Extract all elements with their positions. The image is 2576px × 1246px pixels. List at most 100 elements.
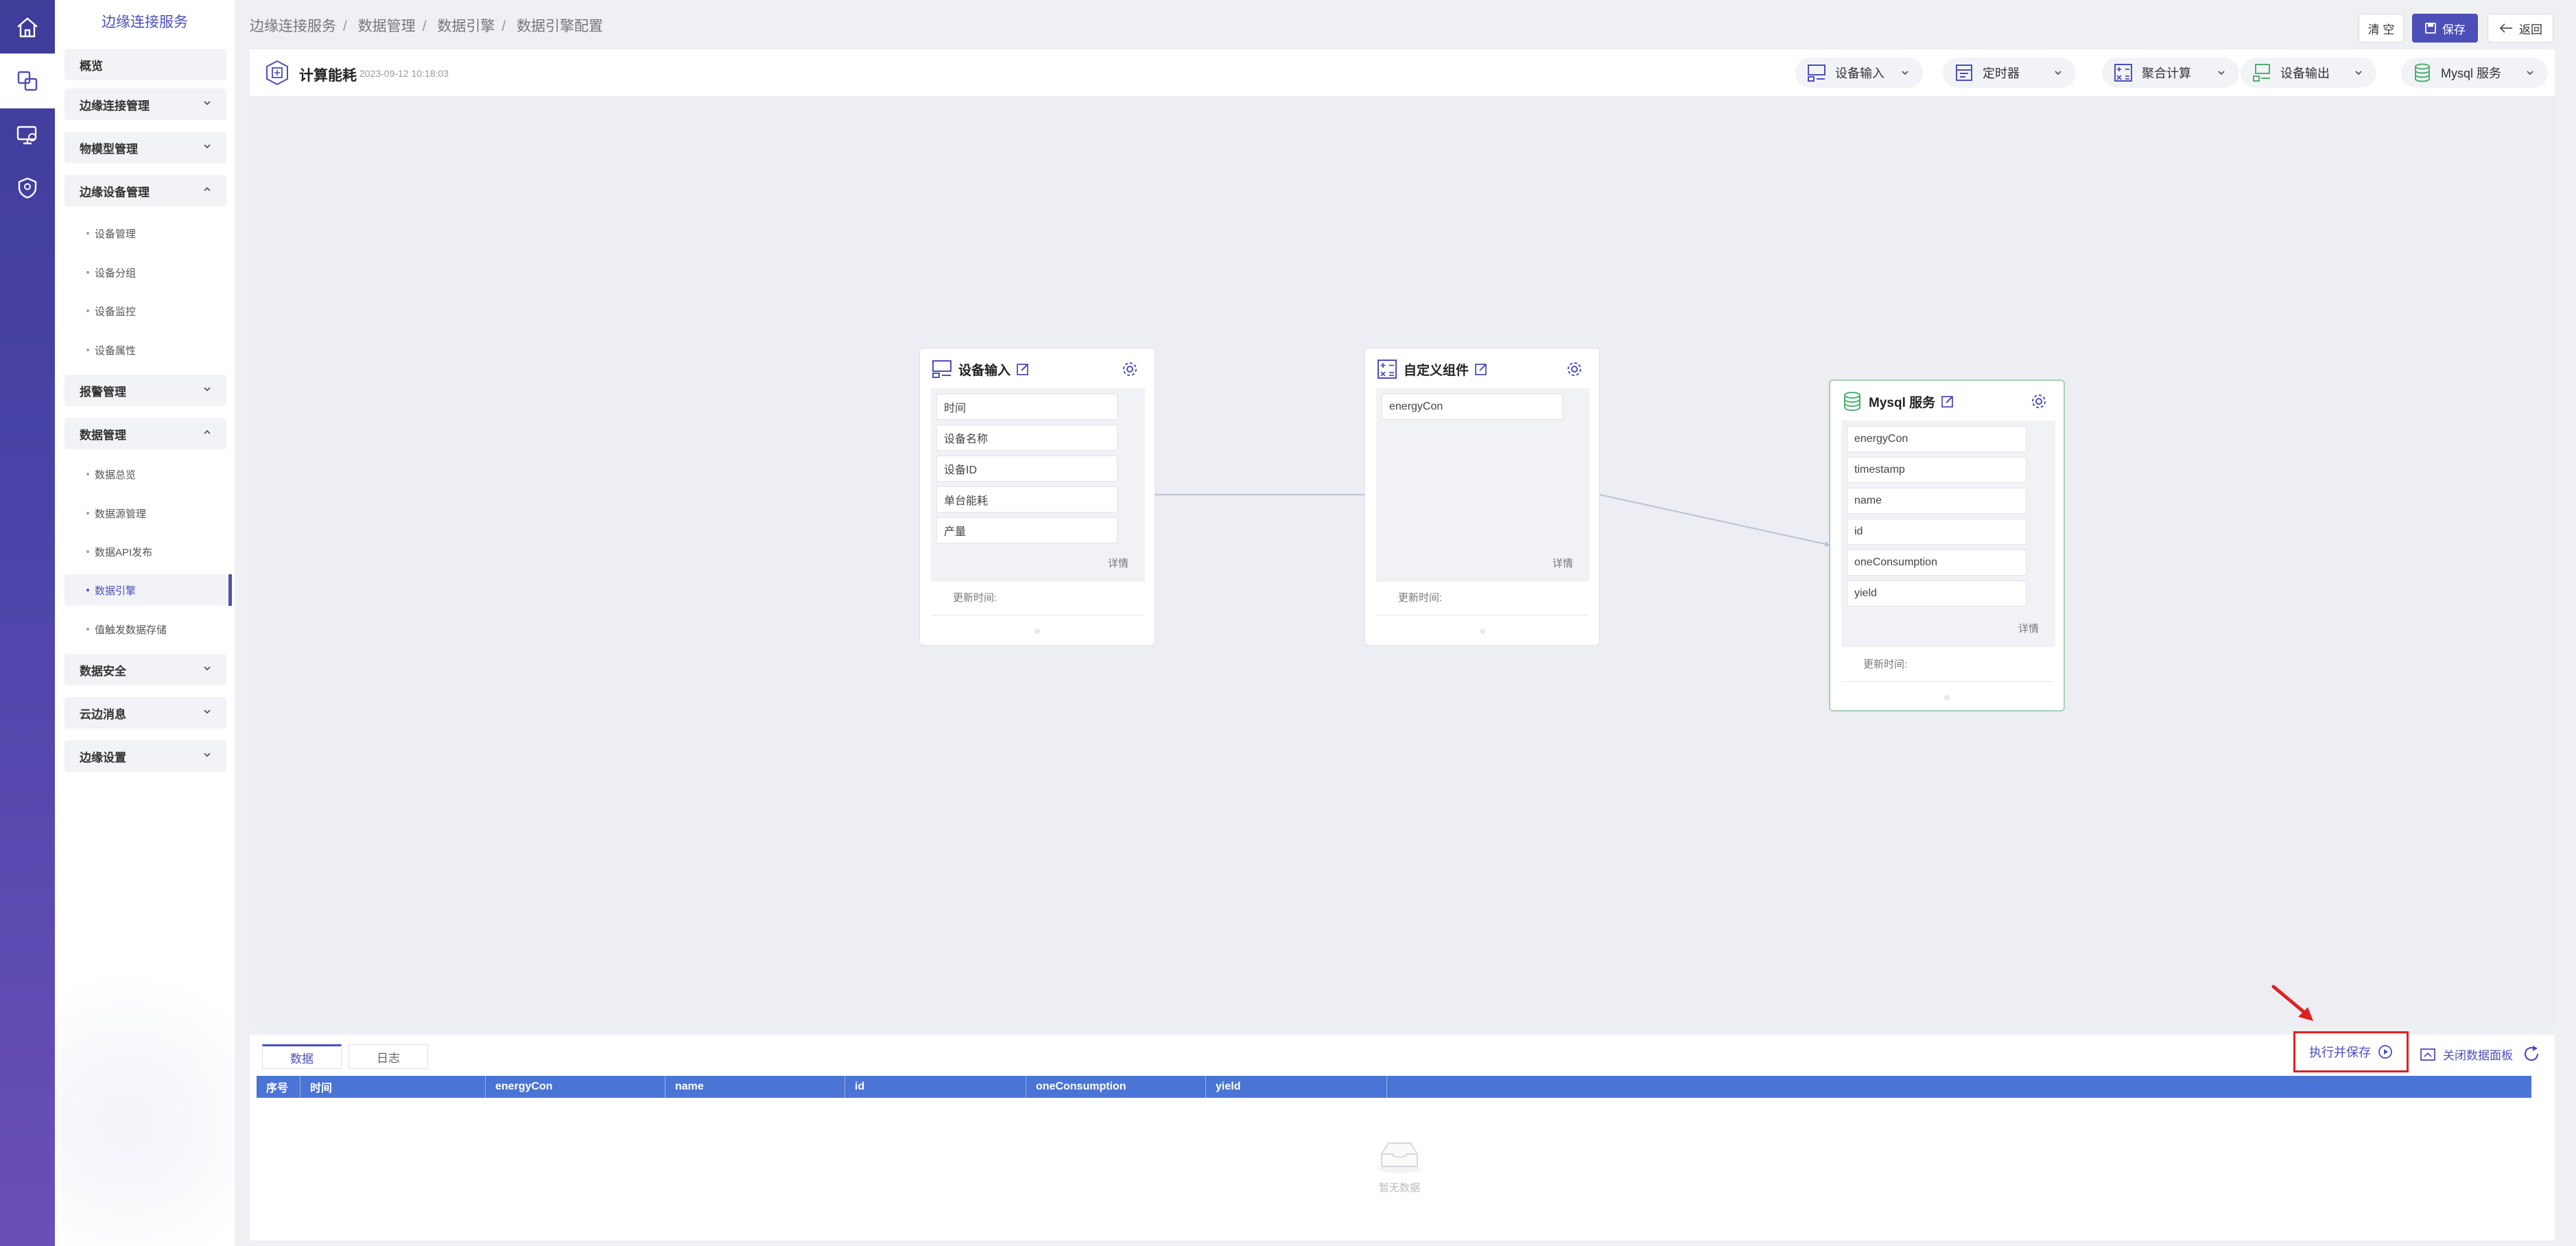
menu-edge-device[interactable]: 边缘设备管理	[64, 175, 226, 207]
chevron-down-icon	[204, 387, 211, 392]
edit-icon[interactable]	[1941, 395, 1954, 408]
menu-label: 云边消息	[80, 707, 126, 721]
tool-label: Mysql 服务	[2441, 67, 2502, 80]
device-input-icon	[1808, 64, 1825, 82]
database-icon	[2415, 63, 2430, 82]
flow-canvas[interactable]: 设备输入 时间 设备名称 设备ID 单台能耗 产量 详情 更新时间: 自定义组件…	[250, 96, 2555, 1026]
edit-icon[interactable]	[1474, 362, 1488, 376]
node-device-input[interactable]: 设备输入 时间 设备名称 设备ID 单台能耗 产量 详情 更新时间:	[919, 348, 1155, 646]
database-icon	[1844, 392, 1860, 412]
tool-timer[interactable]: 定时器	[1943, 58, 2076, 88]
tool-label: 设备输入	[1835, 67, 1884, 80]
chevron-down-icon	[2355, 71, 2362, 75]
menu-label: 报警管理	[80, 385, 126, 399]
empty-text: 暂无数据	[1378, 1182, 1420, 1194]
refresh-icon[interactable]	[2522, 1044, 2541, 1063]
sub-data-source[interactable]: 数据源管理	[64, 497, 226, 529]
back-label: 返回	[2519, 23, 2542, 36]
field-item: 设备ID	[936, 456, 1118, 482]
breadcrumb-item[interactable]: 数据管理	[358, 19, 416, 34]
column-header[interactable]: id	[845, 1076, 1026, 1098]
menu-label: 边缘设置	[80, 751, 126, 764]
edge-custom-to-mysql	[1599, 494, 1826, 545]
column-header[interactable]: name	[665, 1076, 845, 1098]
devices-rail-item[interactable]	[0, 54, 55, 108]
menu-label: 数据安全	[80, 664, 126, 678]
node-port[interactable]	[1035, 628, 1040, 634]
sub-data-engine[interactable]: 数据引擎	[64, 574, 232, 606]
menu-edge-settings[interactable]: 边缘设置	[64, 740, 226, 772]
chevron-down-icon	[204, 144, 211, 149]
detail-link[interactable]: 详情	[2018, 621, 2039, 635]
flow-title: 计算能耗	[299, 68, 357, 84]
home-rail-item[interactable]	[0, 0, 55, 55]
tab-data[interactable]: 数据	[262, 1044, 342, 1069]
sub-device-monitor[interactable]: 设备监控	[64, 295, 226, 327]
node-port[interactable]	[1944, 695, 1950, 701]
update-time-label: 更新时间:	[953, 592, 997, 604]
close-data-panel-button[interactable]: 关闭数据面板	[2420, 1046, 2513, 1063]
detail-link[interactable]: 详情	[1108, 556, 1129, 570]
field-item: 设备名称	[936, 425, 1118, 451]
menu-data-security[interactable]: 数据安全	[64, 654, 226, 685]
tool-aggregate[interactable]: 聚合计算	[2102, 58, 2239, 88]
column-header[interactable]: yield	[1206, 1076, 1387, 1098]
icon-rail	[0, 0, 55, 1246]
play-circle-icon	[2378, 1045, 2392, 1059]
node-custom-component[interactable]: 自定义组件 energyCon 详情 更新时间:	[1364, 348, 1600, 646]
empty-box-icon	[1378, 1142, 1421, 1173]
column-header[interactable]: 序号	[257, 1076, 300, 1098]
menu-label: 概览	[80, 59, 103, 73]
menu-label: 边缘连接管理	[80, 99, 150, 113]
device-input-icon	[932, 360, 952, 378]
sub-device-manage[interactable]: 设备管理	[64, 218, 226, 249]
menu-cloud-edge-msg[interactable]: 云边消息	[64, 697, 226, 729]
column-header[interactable]: energyCon	[486, 1076, 665, 1098]
back-button[interactable]: 返回	[2488, 14, 2553, 43]
node-field-list: energyCon timestamp name id oneConsumpti…	[1841, 421, 2055, 647]
security-rail-item[interactable]	[0, 161, 55, 215]
sub-data-api[interactable]: 数据API发布	[64, 536, 226, 567]
clear-label: 清 空	[2367, 23, 2395, 36]
gear-icon[interactable]	[1566, 361, 1583, 377]
tab-log[interactable]: 日志	[348, 1044, 428, 1069]
sub-device-attr[interactable]: 设备属性	[64, 334, 226, 366]
field-item: name	[1847, 488, 2026, 514]
menu-thing-model[interactable]: 物模型管理	[64, 132, 226, 163]
gear-icon[interactable]	[2031, 393, 2047, 410]
node-header: 自定义组件	[1376, 357, 1488, 381]
tool-device-output[interactable]: 设备输出	[2241, 58, 2376, 88]
sub-device-group[interactable]: 设备分组	[64, 257, 226, 288]
chevron-down-icon	[2218, 71, 2225, 75]
clear-button[interactable]: 清 空	[2359, 14, 2404, 43]
sub-data-overview[interactable]: 数据总览	[64, 458, 226, 490]
tool-label: 聚合计算	[2142, 67, 2191, 80]
node-mysql-service[interactable]: Mysql 服务 energyCon timestamp name id one…	[1829, 379, 2065, 712]
column-header[interactable]: oneConsumption	[1026, 1076, 1206, 1098]
menu-edge-connection[interactable]: 边缘连接管理	[64, 89, 226, 120]
flow-timestamp: 2023-09-12 10:18:03	[359, 68, 449, 79]
edit-icon[interactable]	[1016, 362, 1030, 376]
column-header[interactable]: 时间	[300, 1076, 486, 1098]
save-button[interactable]: 保存	[2412, 14, 2478, 43]
update-time-label: 更新时间:	[1398, 592, 1443, 604]
breadcrumb-item[interactable]: 数据引擎	[437, 19, 495, 34]
menu-data[interactable]: 数据管理	[64, 418, 226, 449]
node-header: Mysql 服务	[1841, 389, 1954, 414]
menu-overview[interactable]: 概览	[64, 49, 226, 80]
monitor-rail-item[interactable]	[0, 107, 55, 162]
node-field-list: 时间 设备名称 设备ID 单台能耗 产量 详情	[931, 388, 1145, 582]
field-item: 单台能耗	[936, 486, 1118, 513]
detail-link[interactable]: 详情	[1552, 556, 1573, 570]
sub-trigger-storage[interactable]: 值触发数据存储	[64, 613, 226, 645]
tool-mysql-service[interactable]: Mysql 服务	[2401, 58, 2548, 88]
gear-icon[interactable]	[1122, 361, 1138, 377]
tool-device-input[interactable]: 设备输入	[1795, 58, 1923, 88]
annotation-arrow	[2271, 985, 2313, 1021]
menu-alarm[interactable]: 报警管理	[64, 375, 226, 406]
run-and-save-button[interactable]: 执行并保存	[2293, 1031, 2409, 1072]
save-icon	[2425, 23, 2436, 34]
menu-label: 边缘设备管理	[80, 185, 150, 199]
breadcrumb-item[interactable]: 边缘连接服务	[250, 19, 336, 34]
node-port[interactable]	[1479, 628, 1485, 634]
